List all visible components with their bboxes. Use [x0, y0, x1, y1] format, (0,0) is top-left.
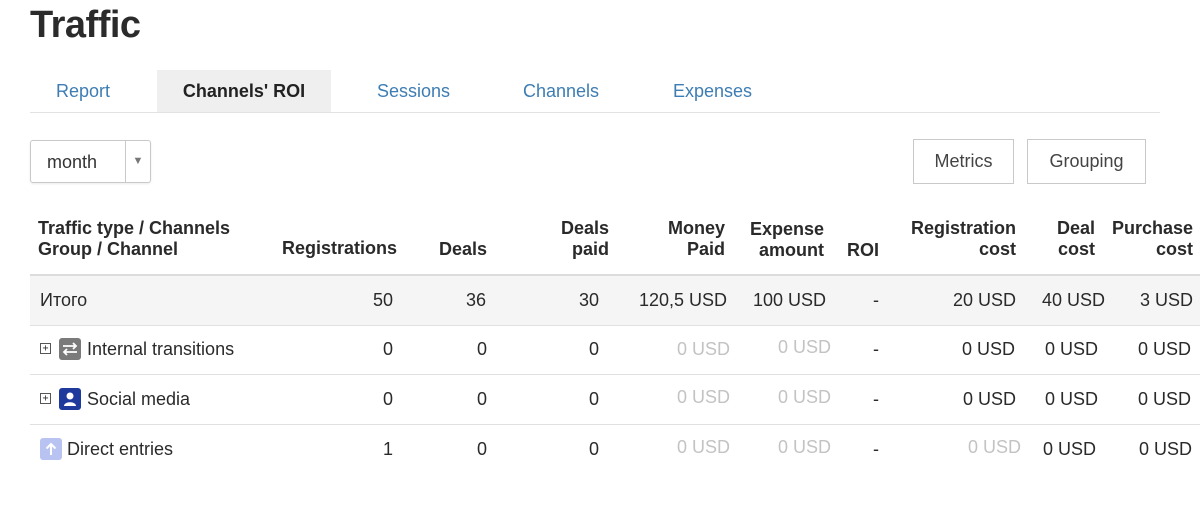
money-paid-value: 0 USD: [676, 437, 730, 457]
col-header-money-paid[interactable]: Money Paid: [640, 218, 725, 260]
total-roi: -: [873, 290, 879, 310]
tab-channels-roi[interactable]: Channels' ROI: [157, 70, 331, 112]
total-registrations: 50: [372, 290, 393, 310]
roi-value: -: [873, 339, 879, 359]
roi-value: -: [873, 389, 879, 409]
money-paid-value: 0 USD: [676, 387, 730, 407]
col-header-deals[interactable]: Deals: [420, 239, 487, 260]
money-paid-value: 0 USD: [676, 339, 730, 359]
registrations-value: 1: [382, 439, 393, 459]
channel-name[interactable]: Internal transitions: [87, 325, 234, 374]
expense-value: 0 USD: [777, 387, 831, 407]
total-label: Итого: [40, 290, 88, 310]
col-header-roi[interactable]: ROI: [847, 240, 879, 261]
expense-value: 0 USD: [777, 337, 831, 357]
col-header-deal-cost[interactable]: Deal cost: [1040, 218, 1095, 260]
roi-value: -: [873, 439, 879, 459]
period-select[interactable]: month ▼: [30, 140, 151, 183]
channel-name[interactable]: Social media: [87, 375, 190, 424]
tab-bar: Report Channels' ROI Sessions Channels E…: [30, 70, 1160, 113]
total-registration-cost: 20 USD: [952, 290, 1016, 310]
registrations-value: 0: [382, 389, 393, 409]
col-header-expense-amount[interactable]: Expense amount: [737, 219, 824, 261]
expand-icon[interactable]: +: [40, 393, 51, 404]
deals-value: 0: [476, 389, 487, 409]
registration-cost-value: 0 USD: [967, 437, 1021, 457]
period-select-value: month: [47, 152, 98, 172]
col-header-registration-cost[interactable]: Registration cost: [890, 218, 1016, 260]
table-row[interactable]: + Internal transitions 0 0 0 0 USD 0 USD…: [30, 325, 1200, 375]
arrows-swap-icon: [59, 338, 81, 360]
tab-channels[interactable]: Channels: [523, 70, 599, 112]
grouping-button[interactable]: Grouping: [1027, 139, 1146, 184]
deals-value: 0: [476, 439, 487, 459]
purchase-cost-value: 0 USD: [1138, 439, 1192, 459]
expense-value: 0 USD: [777, 437, 831, 457]
metrics-button[interactable]: Metrics: [913, 139, 1014, 184]
col-header-registrations[interactable]: Registrations: [270, 238, 397, 259]
registration-cost-value: 0 USD: [961, 339, 1015, 359]
col-header-channel[interactable]: Traffic type / Channels Group / Channel: [38, 218, 230, 260]
registrations-value: 0: [382, 339, 393, 359]
deal-cost-value: 0 USD: [1042, 439, 1096, 459]
deals-value: 0: [476, 339, 487, 359]
arrow-up-icon: [40, 438, 62, 460]
chevron-down-icon[interactable]: ▼: [125, 141, 150, 182]
channel-name[interactable]: Direct entries: [67, 425, 173, 474]
deals-paid-value: 0: [588, 439, 599, 459]
page-title: Traffic: [30, 4, 141, 46]
deals-paid-value: 0: [588, 339, 599, 359]
col-header-purchase-cost[interactable]: Purchase cost: [1100, 218, 1193, 260]
purchase-cost-value: 0 USD: [1137, 389, 1191, 409]
deal-cost-value: 0 USD: [1044, 339, 1098, 359]
tab-report[interactable]: Report: [56, 70, 110, 112]
total-deals: 36: [465, 290, 486, 310]
deals-paid-value: 0: [588, 389, 599, 409]
tab-sessions[interactable]: Sessions: [377, 70, 450, 112]
deal-cost-value: 0 USD: [1044, 389, 1098, 409]
total-money-paid: 120,5 USD: [638, 290, 727, 310]
total-expense: 100 USD: [752, 290, 826, 310]
total-deal-cost: 40 USD: [1041, 290, 1105, 310]
table-row[interactable]: + Social media 0 0 0 0 USD 0 USD - 0 USD…: [30, 375, 1200, 425]
total-purchase-cost: 3 USD: [1139, 290, 1193, 310]
expand-icon[interactable]: +: [40, 343, 51, 354]
purchase-cost-value: 0 USD: [1137, 339, 1191, 359]
tab-expenses[interactable]: Expenses: [673, 70, 752, 112]
table-total-row: Итого 50 36 30 120,5 USD 100 USD - 20 US…: [30, 274, 1200, 326]
table-row[interactable]: Direct entries 1 0 0 0 USD 0 USD - 0 USD…: [30, 425, 1200, 474]
person-icon: [59, 388, 81, 410]
col-header-deals-paid[interactable]: Deals paid: [540, 218, 609, 260]
registration-cost-value: 0 USD: [962, 389, 1016, 409]
total-deals-paid: 30: [578, 290, 599, 310]
